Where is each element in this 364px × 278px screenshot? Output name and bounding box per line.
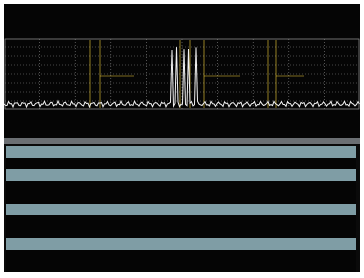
measurement-table (4, 144, 360, 272)
table-row (6, 261, 356, 272)
table-row (6, 192, 356, 204)
table-row (6, 180, 356, 193)
table-group-header (6, 146, 356, 158)
analyzer-screen (4, 4, 360, 272)
spectrum-display (4, 38, 360, 110)
spectrum-grid (4, 38, 360, 110)
table-group-header (6, 203, 356, 216)
table-group-header (6, 238, 356, 250)
table-row (6, 215, 356, 227)
table-group-header (6, 169, 356, 181)
table-row (6, 157, 356, 170)
spectrum-trace (4, 47, 360, 109)
table-row (6, 226, 356, 239)
table-row (6, 249, 356, 262)
